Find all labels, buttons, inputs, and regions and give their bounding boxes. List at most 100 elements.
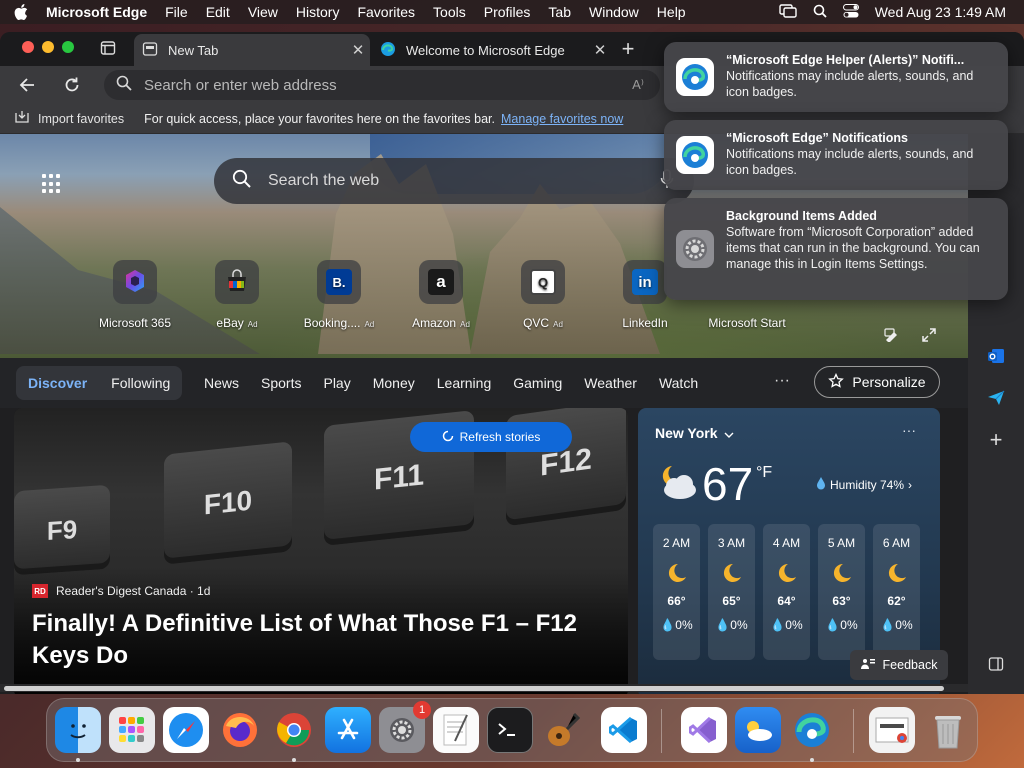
menu-profiles[interactable]: Profiles xyxy=(484,4,531,20)
notification-background-items[interactable]: Background Items Added Software from “Mi… xyxy=(664,198,1008,300)
vscode-icon[interactable] xyxy=(601,707,647,753)
weather-app-icon[interactable] xyxy=(735,707,781,753)
menu-favorites[interactable]: Favorites xyxy=(357,4,415,20)
chrome-icon[interactable] xyxy=(271,707,317,753)
scrollbar-thumb[interactable] xyxy=(4,686,944,691)
screen-mirroring-icon[interactable] xyxy=(779,3,797,21)
feed-link-money[interactable]: Money xyxy=(373,375,415,391)
send-icon[interactable] xyxy=(986,388,1006,408)
apple-menu-icon[interactable] xyxy=(14,4,34,20)
horizontal-scrollbar[interactable] xyxy=(0,684,968,692)
menu-file[interactable]: File xyxy=(165,4,188,20)
outlook-icon[interactable] xyxy=(986,346,1006,366)
quick-link-tile: Q xyxy=(521,260,565,304)
feed-link-sports[interactable]: Sports xyxy=(261,375,301,391)
launchpad-icon[interactable] xyxy=(109,707,155,753)
feed-link-learning[interactable]: Learning xyxy=(437,375,492,391)
menu-window[interactable]: Window xyxy=(589,4,639,20)
web-search-input[interactable] xyxy=(268,172,660,190)
notification-edge[interactable]: “Microsoft Edge” Notifications Notificat… xyxy=(664,120,1008,190)
readers-digest-logo-icon: RD xyxy=(32,584,48,598)
feedback-icon xyxy=(860,658,875,673)
finder-icon[interactable] xyxy=(55,707,101,753)
garageband-icon[interactable] xyxy=(541,707,587,753)
spotlight-search-icon[interactable] xyxy=(813,4,827,21)
forecast-precip: 💧0% xyxy=(880,618,913,632)
add-sidebar-app-icon[interactable]: + xyxy=(986,427,1006,452)
running-indicator xyxy=(292,758,296,762)
textedit-icon[interactable] xyxy=(433,707,479,753)
expand-icon[interactable] xyxy=(922,328,936,347)
tab-actions-icon[interactable] xyxy=(100,40,118,58)
quick-link-qvc[interactable]: Q QVC Ad xyxy=(492,260,594,330)
feedback-button[interactable]: Feedback xyxy=(850,650,948,680)
feed-link-weather[interactable]: Weather xyxy=(584,375,637,391)
app-store-icon[interactable] xyxy=(325,707,371,753)
hourly-forecast-item[interactable]: 3 AM 65° 💧0% xyxy=(708,524,755,660)
manage-favorites-link[interactable]: Manage favorites now xyxy=(501,112,623,126)
minimize-window-button[interactable] xyxy=(42,41,54,53)
hourly-forecast-item[interactable]: 5 AM 63° 💧0% xyxy=(818,524,865,660)
safari-icon[interactable] xyxy=(163,707,209,753)
tab-following[interactable]: Following xyxy=(111,375,170,391)
firefox-icon[interactable] xyxy=(217,707,263,753)
menu-tools[interactable]: Tools xyxy=(433,4,466,20)
menu-tab[interactable]: Tab xyxy=(548,4,571,20)
humidity-readout[interactable]: Humidity 74% › xyxy=(816,476,912,493)
trash-icon[interactable] xyxy=(925,707,971,753)
page-settings-icon[interactable] xyxy=(884,328,900,347)
refresh-icon[interactable] xyxy=(62,75,82,95)
close-window-button[interactable] xyxy=(22,41,34,53)
menu-view[interactable]: View xyxy=(248,4,278,20)
back-arrow-icon[interactable] xyxy=(18,75,38,95)
story-headline[interactable]: Finally! A Definitive List of What Those… xyxy=(32,608,612,672)
quick-link-amazon[interactable]: a Amazon Ad xyxy=(390,260,492,330)
hourly-forecast-item[interactable]: 4 AM 64° 💧0% xyxy=(763,524,810,660)
import-favorites-button[interactable]: Import favorites xyxy=(14,110,124,127)
notification-title: “Microsoft Edge” Notifications xyxy=(726,131,908,145)
system-settings-icon[interactable]: 1 xyxy=(379,701,431,753)
close-tab-icon[interactable]: ✕ xyxy=(588,41,612,59)
menu-help[interactable]: Help xyxy=(657,4,686,20)
tab-new-tab[interactable]: New Tab ✕ xyxy=(134,34,370,66)
personalize-button[interactable]: Personalize xyxy=(814,366,940,398)
zoom-window-button[interactable] xyxy=(62,41,74,53)
notification-body: Notifications may include alerts, sounds… xyxy=(726,147,974,177)
moon-icon xyxy=(886,562,908,584)
tab-welcome[interactable]: Welcome to Microsoft Edge ✕ xyxy=(372,34,612,66)
feed-link-gaming[interactable]: Gaming xyxy=(513,375,562,391)
terminal-icon[interactable] xyxy=(487,707,533,753)
quick-link-booking[interactable]: B. Booking.... Ad xyxy=(288,260,390,330)
quick-link-ebay[interactable]: eBay Ad xyxy=(186,260,288,330)
menu-app-name[interactable]: Microsoft Edge xyxy=(46,4,147,20)
refresh-stories-button[interactable]: Refresh stories xyxy=(410,422,572,452)
address-input[interactable] xyxy=(144,76,633,94)
feed-link-play[interactable]: Play xyxy=(323,375,350,391)
close-tab-icon[interactable]: ✕ xyxy=(346,41,370,59)
weather-location[interactable]: New York xyxy=(655,425,734,441)
menu-history[interactable]: History xyxy=(296,4,340,20)
web-search-box[interactable] xyxy=(214,158,694,204)
quick-link-microsoft-365[interactable]: Microsoft 365 xyxy=(84,260,186,330)
weather-more-button[interactable]: ··· xyxy=(902,422,916,438)
news-card-main[interactable]: F9 F10 F11 F12 Refresh stories RD Reader… xyxy=(14,408,628,694)
preview-icon[interactable] xyxy=(869,707,915,753)
edge-icon[interactable] xyxy=(789,707,835,753)
sidebar-toggle-icon[interactable] xyxy=(986,654,1006,674)
notification-edge-helper-alerts[interactable]: “Microsoft Edge Helper (Alerts)” Notifi.… xyxy=(664,42,1008,112)
address-bar[interactable]: A⁾ xyxy=(104,70,660,100)
more-categories-button[interactable]: ··· xyxy=(774,372,790,390)
forecast-precip: 💧0% xyxy=(825,618,858,632)
app-launcher-icon[interactable] xyxy=(42,174,62,194)
feed-link-watch[interactable]: Watch xyxy=(659,375,698,391)
tab-discover[interactable]: Discover xyxy=(28,375,87,391)
menu-edit[interactable]: Edit xyxy=(206,4,230,20)
control-center-icon[interactable] xyxy=(842,3,859,21)
hourly-forecast-item[interactable]: 2 AM 66° 💧0% xyxy=(653,524,700,660)
menubar-clock[interactable]: Wed Aug 23 1:49 AM xyxy=(875,4,1006,20)
feed-link-news[interactable]: News xyxy=(204,375,239,391)
read-aloud-icon[interactable]: A⁾ xyxy=(632,77,644,93)
hourly-forecast-item[interactable]: 6 AM 62° 💧0% xyxy=(873,524,920,660)
visual-studio-icon[interactable] xyxy=(681,707,727,753)
new-tab-button[interactable]: + xyxy=(616,38,640,62)
